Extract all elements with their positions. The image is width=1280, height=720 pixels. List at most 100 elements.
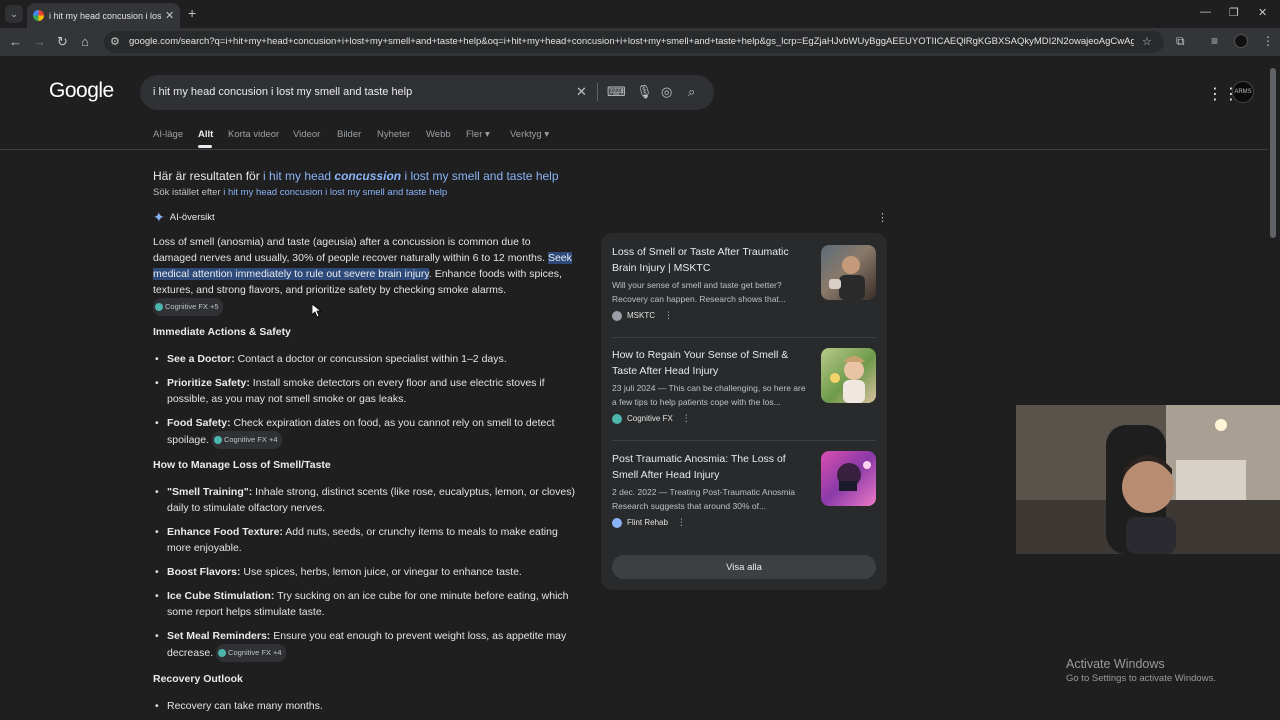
search-icon[interactable]: ⌕	[688, 84, 695, 100]
close-window-icon[interactable]: ✕	[1258, 6, 1267, 19]
cognitive-fx-favicon-icon	[612, 413, 622, 424]
tab-tools-label: Verktyg	[510, 129, 542, 140]
list-item: Food Safety: Check expiration dates on f…	[155, 415, 579, 449]
microphone-icon[interactable]: 🎙	[636, 84, 653, 100]
browser-menu-icon[interactable]: ⋮	[1262, 34, 1274, 48]
source-chip-icon	[218, 649, 227, 658]
list-item-title: Set Meal Reminders:	[167, 630, 271, 642]
list-item-text: Recovery can take many months.	[167, 700, 323, 712]
bookmark-star-icon[interactable]: ☆	[1142, 35, 1152, 48]
ai-overview-header: ✦ AI-översikt	[153, 209, 215, 226]
clear-search-icon[interactable]: ✕	[576, 84, 587, 100]
corrected-query-part: i lost my smell and taste help	[401, 169, 559, 183]
corrected-query-link[interactable]: i hit my head concussion i lost my smell…	[263, 169, 558, 183]
media-icon[interactable]: ≡	[1211, 34, 1218, 48]
instead-prefix: Sök istället efter	[153, 187, 224, 198]
source-chip[interactable]: Cognitive FX +4	[211, 431, 282, 449]
tab-short-videos[interactable]: Korta videor	[228, 129, 279, 140]
source-card[interactable]: Loss of Smell or Taste After Traumatic B…	[612, 244, 812, 321]
section-heading: Recovery Outlook	[153, 673, 243, 685]
extensions-icon[interactable]: ⧉	[1176, 34, 1185, 49]
list-item: See a Doctor: Contact a doctor or concus…	[155, 351, 579, 367]
tab-images[interactable]: Bilder	[337, 129, 361, 140]
tab-more[interactable]: Fler ▾	[466, 129, 490, 140]
showing-results-for: Här är resultaten för i hit my head conc…	[153, 169, 559, 183]
browser-tab[interactable]: i hit my head concusion i lost my smell …	[27, 3, 180, 28]
source-chip-label: Cognitive FX +5	[165, 302, 219, 311]
source-site: Cognitive FX	[627, 414, 673, 423]
child-flower-photo-icon	[830, 356, 865, 403]
profile-icon[interactable]	[1234, 34, 1248, 48]
source-chip-label: Cognitive FX +4	[223, 435, 278, 444]
list-item: Ice Cube Stimulation: Try sucking on an …	[155, 588, 579, 620]
tab-close-icon[interactable]: ✕	[165, 9, 174, 22]
list-item: Set Meal Reminders: Ensure you eat enoug…	[155, 628, 579, 662]
source-chip-label: Cognitive FX +4	[228, 648, 282, 657]
flint-rehab-favicon-icon	[612, 517, 622, 528]
source-menu-icon[interactable]: ⋮	[677, 517, 686, 528]
minimize-icon[interactable]: —	[1200, 6, 1211, 18]
corrected-query-part: i hit my head	[263, 169, 335, 183]
source-thumbnail[interactable]	[821, 348, 876, 403]
corrected-word: concussion	[334, 169, 402, 183]
source-chip-icon	[213, 436, 222, 445]
activate-windows-watermark: Activate Windows Go to Settings to activ…	[1066, 657, 1216, 684]
tab-all[interactable]: Allt	[198, 129, 213, 140]
show-all-button[interactable]: Visa alla	[612, 555, 876, 579]
source-title[interactable]: How to Regain Your Sense of Smell & Tast…	[612, 347, 812, 379]
source-title[interactable]: Loss of Smell or Taste After Traumatic B…	[612, 244, 812, 276]
avatar[interactable]: ARMS	[1232, 81, 1254, 103]
keyboard-icon[interactable]: ⌨	[607, 84, 626, 100]
source-divider	[612, 337, 876, 338]
original-query-link[interactable]: i hit my head concusion i lost my smell …	[223, 187, 447, 198]
site-info-icon[interactable]: ⚙	[110, 35, 120, 48]
source-snippet: Will your sense of smell and taste get b…	[612, 280, 786, 304]
source-chip[interactable]: Cognitive FX +5	[153, 298, 223, 316]
reload-icon[interactable]: ↻	[57, 34, 68, 50]
source-menu-icon[interactable]: ⋮	[682, 413, 691, 424]
tab-more-label: Fler	[466, 129, 483, 140]
scrollbar[interactable]	[1270, 68, 1276, 238]
ai-overview-menu-icon[interactable]: ⋮	[877, 211, 888, 224]
tab-tools[interactable]: Verktyg ▾	[510, 129, 549, 140]
tab-news[interactable]: Nyheter	[377, 129, 410, 140]
watermark-title: Activate Windows	[1066, 657, 1165, 671]
source-title[interactable]: Post Traumatic Anosmia: The Loss of Smel…	[612, 451, 812, 483]
home-icon[interactable]: ⌂	[81, 34, 89, 49]
back-icon[interactable]: ←	[9, 34, 22, 49]
search-input[interactable]: i hit my head concusion i lost my smell …	[153, 86, 412, 98]
forward-icon[interactable]: →	[33, 34, 46, 49]
lens-icon[interactable]: ◎	[661, 84, 672, 100]
tab-web[interactable]: Webb	[426, 129, 451, 140]
new-tab-icon[interactable]: +	[188, 5, 196, 21]
source-site: Flint Rehab	[627, 518, 668, 527]
tab-videos[interactable]: Videor	[293, 129, 320, 140]
source-card[interactable]: How to Regain Your Sense of Smell & Tast…	[612, 347, 812, 424]
ai-overview-intro: Loss of smell (anosmia) and taste (ageus…	[153, 234, 573, 316]
section-heading: Immediate Actions & Safety	[153, 326, 291, 338]
source-meta: MSKTC ⋮	[612, 310, 812, 321]
source-card[interactable]: Post Traumatic Anosmia: The Loss of Smel…	[612, 451, 812, 528]
list-item-title: "Smell Training":	[167, 486, 253, 498]
source-snippet: 23 juli 2024 — This can be challenging, …	[612, 383, 806, 407]
head-profile-photo-icon	[837, 461, 871, 491]
tab-title: i hit my head concusion i lost my smell …	[49, 10, 161, 21]
showing-prefix: Här är resultaten för	[153, 169, 264, 183]
msktc-favicon-icon	[612, 310, 622, 321]
source-thumbnail[interactable]	[821, 451, 876, 506]
source-meta: Cognitive FX ⋮	[612, 413, 812, 424]
source-chip[interactable]: Cognitive FX +4	[216, 644, 286, 662]
list-item-text: Use spices, herbs, lemon juice, or vineg…	[240, 566, 522, 578]
section-heading: How to Manage Loss of Smell/Taste	[153, 459, 331, 471]
tab-ai-mode[interactable]: AI-läge	[153, 129, 183, 140]
google-logo[interactable]: Google	[49, 79, 114, 103]
list-item: Enhance Food Texture: Add nuts, seeds, o…	[155, 524, 579, 556]
gemini-spark-icon: ✦	[153, 209, 165, 225]
source-menu-icon[interactable]: ⋮	[664, 310, 673, 321]
source-thumbnail[interactable]	[821, 245, 876, 300]
tab-search-button[interactable]: ⌄	[5, 5, 23, 23]
address-url[interactable]: google.com/search?q=i+hit+my+head+concus…	[129, 36, 1134, 47]
restore-icon[interactable]: ❐	[1229, 6, 1239, 19]
list-item-title: Food Safety:	[167, 417, 231, 429]
intro-text: Loss of smell (anosmia) and taste (ageus…	[153, 236, 548, 264]
